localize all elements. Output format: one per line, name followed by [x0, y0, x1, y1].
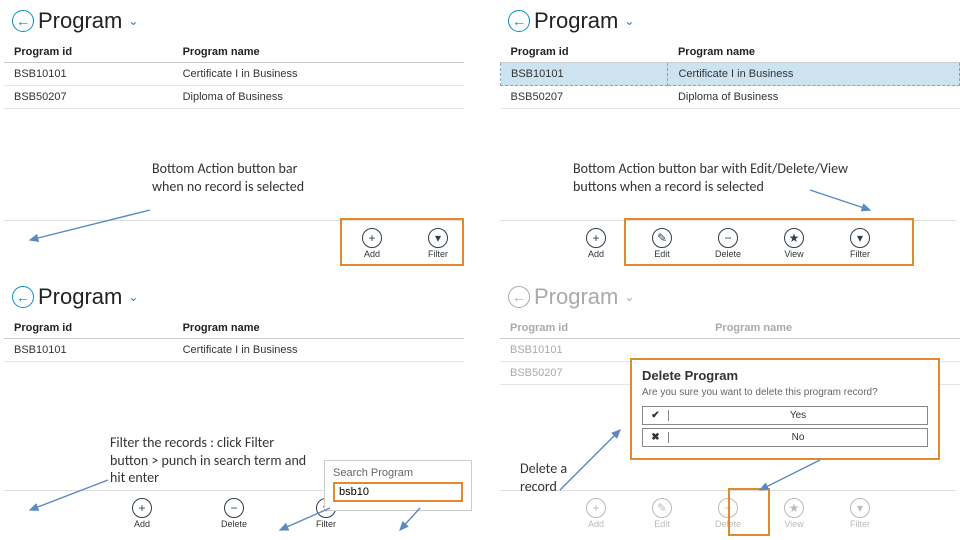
edit-button[interactable]: ✎Edit	[646, 228, 678, 259]
check-icon: ✔	[643, 410, 669, 421]
program-table: Program idProgram name BSB10101Certifica…	[4, 42, 464, 109]
dialog-yes-button[interactable]: ✔Yes	[642, 406, 928, 425]
panel-no-selection: ← Program ⌄ Program idProgram name BSB10…	[4, 4, 464, 109]
filter-button[interactable]: ▾Filter	[422, 228, 454, 259]
delete-button[interactable]: −Delete	[712, 228, 744, 259]
filter-icon: ▾	[428, 228, 448, 248]
dialog-no-button[interactable]: ✖No	[642, 428, 928, 447]
table-header-row: Program idProgram name	[4, 42, 464, 63]
program-table: Program idProgram name BSB10101Certifica…	[4, 318, 464, 362]
add-button[interactable]: +Add	[356, 228, 388, 259]
dialog-title: Delete Program	[642, 368, 928, 383]
actionbar-noselect: +Add ▾Filter	[4, 220, 464, 266]
minus-icon: −	[718, 498, 738, 518]
annotation: Delete a record	[520, 460, 590, 495]
back-icon[interactable]: ←	[12, 10, 34, 32]
annotation: Filter the records : click Filter button…	[110, 434, 310, 487]
chevron-down-icon[interactable]: ⌄	[128, 14, 138, 28]
pencil-icon: ✎	[652, 498, 672, 518]
add-button: +Add	[580, 498, 612, 529]
plus-icon: +	[586, 228, 606, 248]
filter-icon: ▾	[850, 498, 870, 518]
filter-button: ▾Filter	[844, 498, 876, 529]
program-table: Program idProgram name BSB10101Certifica…	[500, 42, 960, 109]
back-icon[interactable]: ←	[12, 286, 34, 308]
table-header-row: Program idProgram name	[501, 42, 960, 63]
edit-button: ✎Edit	[646, 498, 678, 529]
page-title: Program	[38, 8, 122, 34]
search-title: Search Program	[333, 467, 463, 479]
page-title: Program	[38, 284, 122, 310]
delete-dialog: Delete Program Are you sure you want to …	[630, 358, 940, 460]
dialog-question: Are you sure you want to delete this pro…	[642, 387, 928, 398]
pencil-icon: ✎	[652, 228, 672, 248]
delete-button: −Delete	[712, 498, 744, 529]
cross-icon: ✖	[643, 432, 669, 443]
annotation: Bottom Action button bar with Edit/Delet…	[573, 160, 873, 195]
delete-button[interactable]: −Delete	[218, 498, 250, 529]
star-icon: ★	[784, 498, 804, 518]
star-icon: ★	[784, 228, 804, 248]
view-button: ★View	[778, 498, 810, 529]
table-header-row: Program idProgram name	[500, 318, 960, 339]
table-row-selected[interactable]: BSB10101Certificate I in Business	[501, 63, 960, 86]
table-header-row: Program idProgram name	[4, 318, 464, 339]
plus-icon: +	[132, 498, 152, 518]
minus-icon: −	[224, 498, 244, 518]
page-title: Program	[534, 284, 618, 310]
table-row[interactable]: BSB50207Diploma of Business	[501, 86, 960, 109]
panel-filter: ← Program ⌄ Program idProgram name BSB10…	[4, 280, 464, 362]
table-row[interactable]: BSB10101Certificate I in Business	[4, 63, 464, 86]
back-icon: ←	[508, 286, 530, 308]
minus-icon: −	[718, 228, 738, 248]
search-input[interactable]	[333, 482, 463, 502]
page-title: Program	[534, 8, 618, 34]
table-row[interactable]: BSB50207Diploma of Business	[4, 86, 464, 109]
chevron-down-icon: ⌄	[624, 290, 634, 304]
filter-button[interactable]: ▾Filter	[844, 228, 876, 259]
add-button[interactable]: +Add	[580, 228, 612, 259]
annotation: Bottom Action button bar when no record …	[152, 160, 332, 195]
search-popup: Search Program	[324, 460, 472, 511]
view-button[interactable]: ★View	[778, 228, 810, 259]
actionbar-selected: +Add ✎Edit −Delete ★View ▾Filter	[500, 220, 956, 266]
add-button[interactable]: +Add	[126, 498, 158, 529]
chevron-down-icon[interactable]: ⌄	[128, 290, 138, 304]
table-row[interactable]: BSB10101Certificate I in Business	[4, 339, 464, 362]
panel-selected: ← Program ⌄ Program idProgram name BSB10…	[500, 4, 960, 109]
back-icon[interactable]: ←	[508, 10, 530, 32]
plus-icon: +	[586, 498, 606, 518]
chevron-down-icon[interactable]: ⌄	[624, 14, 634, 28]
plus-icon: +	[362, 228, 382, 248]
actionbar-dimmed: +Add ✎Edit −Delete ★View ▾Filter	[500, 490, 956, 536]
filter-icon: ▾	[850, 228, 870, 248]
